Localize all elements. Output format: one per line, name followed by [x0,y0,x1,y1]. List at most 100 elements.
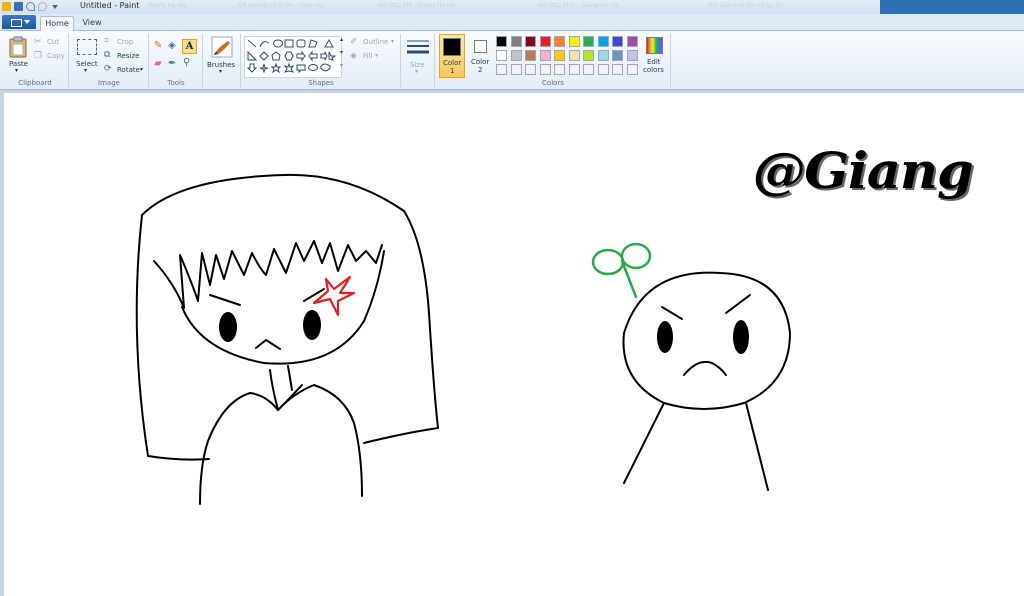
selection-rectangle-icon [77,39,97,55]
shapes-scroll-down-icon[interactable]: ▾ [340,49,343,56]
drawing-canvas[interactable]: @Giang [4,93,1024,596]
palette-swatch[interactable] [539,36,551,47]
color1-button[interactable]: Color 1 [439,34,465,78]
shapes-expand-icon[interactable]: ▿ [340,62,343,69]
color2-swatch [474,40,487,53]
paint-app-icon[interactable] [2,2,11,11]
palette-swatch[interactable] [626,64,638,75]
tab-home[interactable]: Home [40,16,74,31]
fill-button[interactable]: ◈ Fill ▾ [350,51,390,62]
outline-button[interactable]: ✐ Outline ▾ [350,37,398,48]
rotate-button[interactable]: ⟳ Rotate ▾ [104,64,146,76]
clipboard-icon [9,36,27,58]
undo-icon[interactable] [26,2,35,11]
palette-swatch[interactable] [554,50,565,61]
resize-button[interactable]: ⧉ Resize [104,50,146,62]
rainbow-palette-icon [646,37,663,54]
crop-button[interactable]: ⌗ Crop [104,36,144,48]
copy-icon: ❐ [34,51,43,61]
cut-button[interactable]: ✂ Cut [34,37,64,48]
window-title: Untitled - Paint [80,1,140,10]
window-frame-right [880,0,1024,14]
palette-swatch[interactable] [554,64,565,75]
shapes-gallery-icons [246,38,337,74]
redo-icon[interactable] [38,2,47,11]
color1-label: Color [443,59,462,67]
palette-swatch[interactable] [496,64,507,75]
crop-label: Crop [117,38,134,46]
palette-swatch[interactable] [554,36,565,47]
brushes-button[interactable]: Brushes ▾ [206,36,238,78]
fill-bucket-icon[interactable]: ◈ [168,40,176,51]
color2-button[interactable]: Color 2 [468,34,494,78]
magnifier-icon[interactable]: ⚲ [183,57,190,68]
sprout-mouth [683,360,727,376]
palette-swatch[interactable] [525,36,536,47]
palette-swatch[interactable] [597,64,609,75]
palette-swatch[interactable] [583,50,594,61]
palette-swatch[interactable] [597,36,609,47]
palette-swatch[interactable] [496,36,507,47]
brushes-group: Brushes ▾ [204,34,241,87]
text-tool-icon[interactable]: A [182,39,197,54]
girl-mouth [255,339,281,350]
edit-colors-label-2: colors [643,66,664,74]
color1-swatch [443,38,461,56]
copy-button[interactable]: ❐ Copy [34,51,66,62]
palette-swatch[interactable] [612,64,623,75]
canvas-area: @Giang [0,90,1024,596]
quick-access-dropdown-icon[interactable] [52,5,58,9]
girl-right-brow [303,288,325,302]
palette-swatch[interactable] [612,50,623,61]
palette-swatch[interactable] [612,36,623,47]
signature-text: @Giang [752,141,974,200]
rotate-label: Rotate [117,66,140,74]
tools-group-label: Tools [167,79,185,87]
sprout-body [623,402,769,491]
pencil-icon[interactable]: ✎ [154,40,162,51]
eraser-icon[interactable]: ▰ [154,58,162,69]
select-button[interactable]: Select ▾ [74,36,100,76]
palette-swatch[interactable] [510,50,522,61]
palette-swatch[interactable] [568,64,580,75]
tab-view[interactable]: View [76,16,108,30]
size-button[interactable]: Size ▾ [404,36,432,78]
color-picker-icon[interactable]: ✒ [168,58,176,69]
palette-swatch[interactable] [626,50,638,61]
girl-right-eye [303,310,321,340]
shapes-group-label: Shapes [308,79,334,87]
shapes-scroll-up-icon[interactable]: ▴ [340,36,343,43]
shapes-gallery [244,36,342,78]
sprout-left-brow [661,306,683,320]
palette-swatch[interactable] [525,64,536,75]
palette-swatch[interactable] [583,36,594,47]
palette-swatch[interactable] [496,50,507,61]
girl-left-brow [209,294,241,306]
palette-swatch[interactable] [510,64,522,75]
palette-swatch[interactable] [539,50,551,61]
colors-group-label: Colors [542,79,564,87]
palette-swatch[interactable] [510,36,522,47]
save-icon[interactable] [14,2,23,11]
paste-label: Paste [9,60,28,68]
paint-menu-button[interactable] [2,15,36,29]
edit-colors-button[interactable]: Edit colors [642,34,668,78]
palette-swatch[interactable] [568,36,580,47]
palette-swatch[interactable] [539,64,551,75]
select-dropdown-icon: ▾ [84,67,88,74]
anger-mark-icon [312,275,356,317]
outline-icon: ✐ [350,37,358,47]
scissors-icon: ✂ [34,37,42,47]
girl-hair-outline [135,173,439,461]
palette-swatch[interactable] [626,36,638,47]
sprout-left-leaf [591,248,625,276]
palette-swatch[interactable] [525,50,536,61]
clipboard-group-label: Clipboard [18,79,52,87]
cut-label: Cut [47,38,60,46]
palette-swatch[interactable] [583,64,594,75]
paste-button[interactable]: Paste ▾ [6,36,30,76]
palette-swatch[interactable] [568,50,580,61]
palette-swatch[interactable] [597,50,609,61]
edit-colors-label-1: Edit [647,58,661,66]
sprout-right-eye [733,320,749,354]
